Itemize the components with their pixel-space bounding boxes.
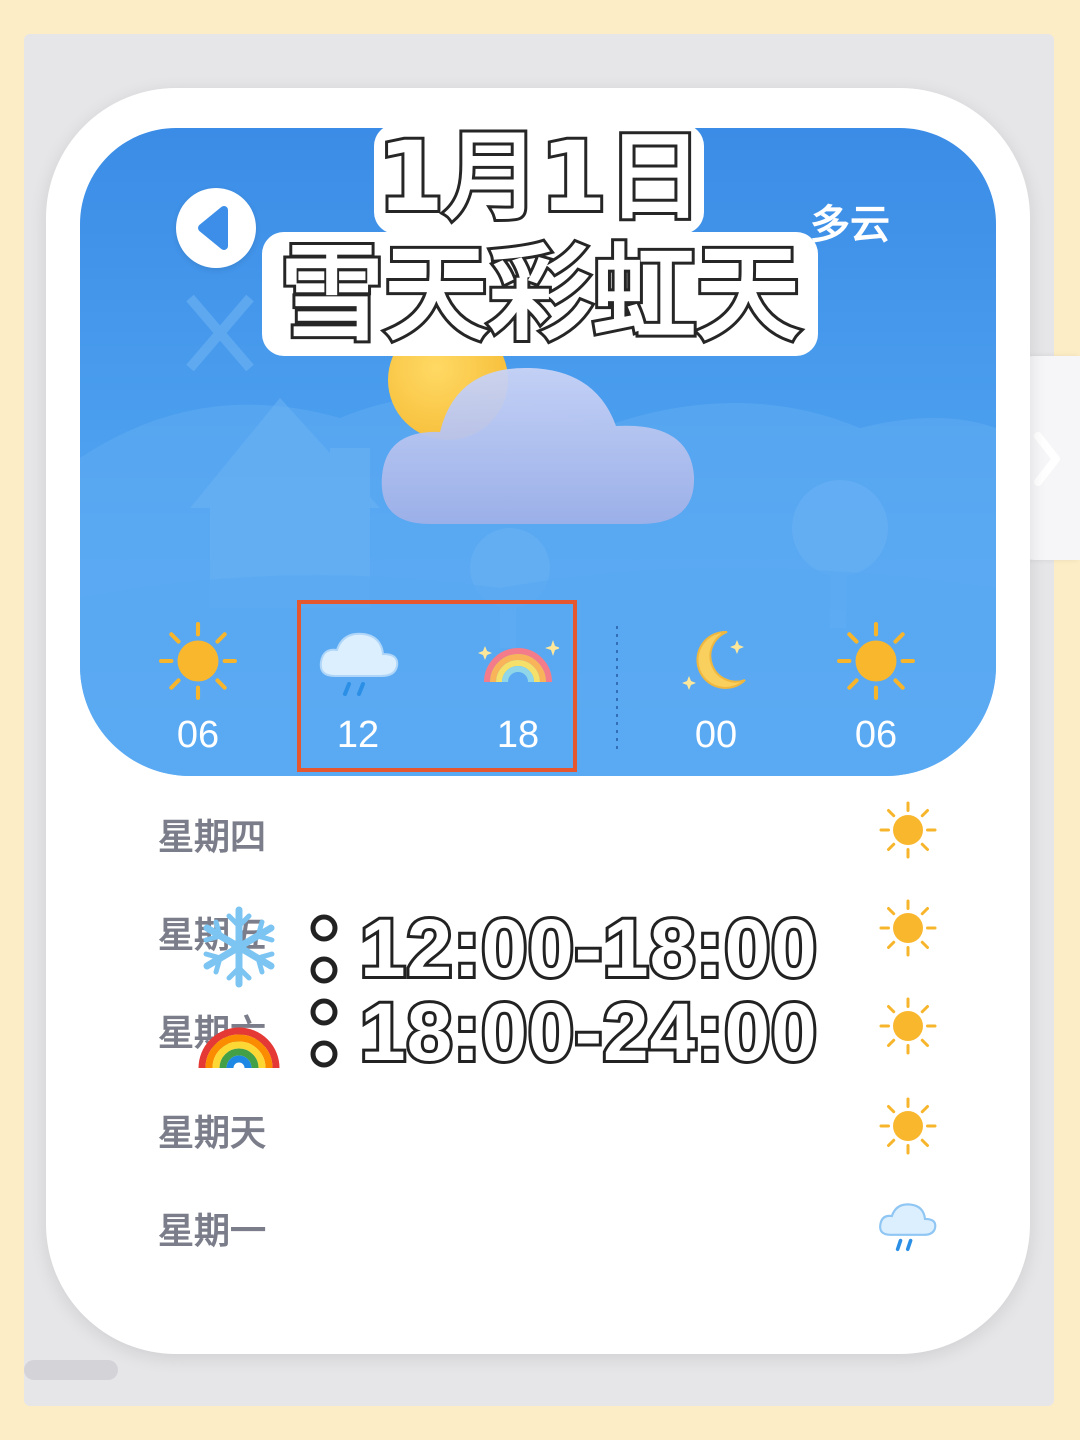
moon-icon xyxy=(682,630,746,690)
rainbow-time-range: 18:00-24:00 xyxy=(357,984,820,1081)
cloud-illustration xyxy=(381,367,695,524)
back-arrow-icon xyxy=(198,206,228,250)
snowflake-icon xyxy=(203,906,275,988)
sun-icon xyxy=(837,622,915,700)
day-name: 星期天 xyxy=(158,1113,267,1154)
highlight-box xyxy=(297,600,577,772)
day-row[interactable]: 星期四 xyxy=(158,800,938,860)
day-row[interactable]: 星期一 xyxy=(158,1194,938,1254)
back-button[interactable] xyxy=(176,188,256,268)
hour-label: 06 xyxy=(176,714,220,756)
day-divider xyxy=(616,626,618,754)
headline-title: 雪天彩虹天 xyxy=(277,230,803,358)
snow-time-range: 12:00-18:00 xyxy=(357,900,820,997)
date-title: 1月1日 xyxy=(374,119,706,235)
hour-label: 06 xyxy=(854,714,898,756)
sun-icon xyxy=(879,1097,937,1155)
sun-icon xyxy=(159,622,237,700)
sun-icon xyxy=(879,801,937,859)
rain-cloud-icon xyxy=(879,1203,937,1252)
day-name: 星期一 xyxy=(158,1211,267,1252)
hour-item: 00 xyxy=(656,616,776,766)
colon-icon xyxy=(310,998,338,1068)
hour-label: 00 xyxy=(694,714,738,756)
hour-item: 06 xyxy=(138,616,258,766)
day-name: 星期四 xyxy=(158,817,267,858)
day-row[interactable]: 星期天 xyxy=(158,1096,938,1156)
rainbow-icon xyxy=(198,1027,280,1069)
snow-time-overlay: 12:00-18:00 xyxy=(196,900,916,997)
rainbow-time-overlay: 18:00-24:00 xyxy=(196,984,916,1081)
chevron-right-icon xyxy=(1034,432,1060,486)
scrollbar[interactable] xyxy=(24,1360,118,1380)
hour-item: 06 xyxy=(816,616,936,766)
colon-icon xyxy=(310,914,338,984)
